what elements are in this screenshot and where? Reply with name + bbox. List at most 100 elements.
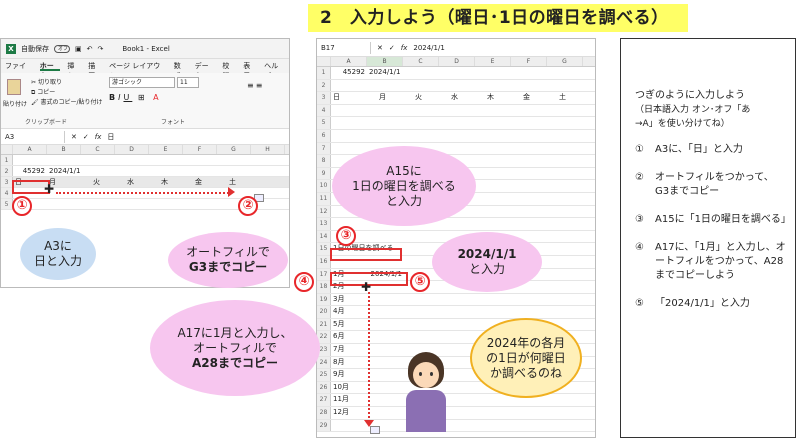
instruction-step: ⑤ 「2024/1/1」と入力 — [635, 298, 750, 309]
cell[interactable]: 土 — [547, 92, 583, 104]
undo-icon[interactable]: ↶ — [87, 45, 93, 53]
cell[interactable]: 金 — [511, 92, 547, 104]
paste-label[interactable]: 貼り付け — [3, 99, 27, 108]
enter-icon[interactable]: ✓ — [389, 44, 395, 52]
excel-icon: X — [6, 43, 16, 54]
table-row: 4 — [317, 104, 595, 118]
col-header[interactable]: B — [47, 145, 81, 154]
col-header[interactable]: D — [115, 145, 149, 154]
cell[interactable]: 7月 — [331, 344, 367, 356]
menu-help[interactable]: ヘルプ — [264, 61, 285, 80]
paste-icon[interactable] — [7, 79, 21, 95]
col-header[interactable]: G — [547, 57, 583, 66]
table-row: 3日月火水木金土 — [317, 92, 595, 105]
menu-data[interactable]: データ — [195, 61, 216, 80]
col-header[interactable]: G — [217, 145, 251, 154]
ribbon: 貼り付け ✂ 切り取り ⧉ コピー 🖌 書式のコピー/貼り付け クリップボード … — [1, 73, 289, 129]
col-header[interactable]: C — [403, 57, 439, 66]
table-row: 28 12月 — [317, 407, 595, 420]
marker-3: ③ — [336, 226, 356, 246]
menu-view[interactable]: 表示 — [243, 61, 257, 80]
col-header[interactable]: B — [367, 57, 403, 66]
cell[interactable]: 3月 — [331, 294, 367, 306]
instruction-heading: つぎのように入力しよう （日本語入力 オン･オフ「あ →A」を使い分けてね） — [635, 90, 751, 129]
cell[interactable]: 月 — [367, 92, 403, 104]
cell[interactable]: 45292 — [13, 166, 47, 176]
cell[interactable]: 火 — [403, 92, 439, 104]
instruction-panel: つぎのように入力しよう （日本語入力 オン･オフ「あ →A」を使い分けてね） ①… — [620, 38, 796, 438]
cancel-icon[interactable]: ✕ — [71, 133, 77, 141]
menu-bar: ファイル ホーム 挿入 描画 ページ レイアウト 数式 データ 校閲 表示 ヘル… — [1, 59, 289, 80]
cell[interactable]: 5月 — [331, 319, 367, 331]
save-icon[interactable]: ▣ — [75, 45, 82, 53]
cell[interactable]: 2024/1/1 — [47, 166, 81, 176]
cancel-icon[interactable]: ✕ — [377, 44, 383, 52]
cell[interactable]: 4月 — [331, 306, 367, 318]
formula-input[interactable]: 日 — [107, 132, 114, 142]
autofill-options-icon[interactable] — [370, 426, 380, 434]
cut-button[interactable]: ✂ 切り取り — [31, 77, 62, 86]
callout-thought: 2024年の各月 の1日が何曜日 か調べるのね — [470, 318, 582, 398]
cell[interactable]: 木 — [475, 92, 511, 104]
cell[interactable]: 水 — [439, 92, 475, 104]
menu-home[interactable]: ホーム — [39, 61, 61, 80]
menu-draw[interactable]: 描画 — [88, 61, 102, 80]
cell[interactable]: 10月 — [331, 382, 367, 394]
cell[interactable]: 6月 — [331, 331, 367, 343]
cell[interactable]: 2024/1/1 — [367, 67, 403, 79]
align-buttons[interactable]: ≡≡ — [247, 81, 264, 90]
marker-1: ① — [12, 196, 32, 216]
a15-highlight — [330, 248, 402, 261]
marker-4: ④ — [294, 272, 314, 292]
font-size-select[interactable]: 11 — [177, 77, 199, 88]
page-title: 2 入力しよう（曜日･1日の曜日を調べる） — [308, 4, 688, 32]
instruction-step: ③ A15に「1日の曜日を調べる」 — [635, 214, 791, 225]
font-name-select[interactable]: 游ゴシック — [109, 77, 175, 88]
col-header[interactable]: A — [13, 145, 47, 154]
col-header[interactable]: F — [511, 57, 547, 66]
formula-input[interactable]: 2024/1/1 — [413, 44, 444, 52]
autosave-toggle[interactable]: オフ — [54, 44, 70, 53]
col-header[interactable]: D — [439, 57, 475, 66]
instruction-step: ① A3に、「日」と入力 — [635, 144, 743, 155]
col-header[interactable]: A — [331, 57, 367, 66]
menu-formulas[interactable]: 数式 — [174, 61, 188, 80]
name-box[interactable]: B17 — [321, 41, 371, 54]
cell[interactable]: 45292 — [331, 67, 367, 79]
callout-date: 2024/1/1 と入力 — [432, 232, 542, 292]
fill-handle-cursor: ✚ — [44, 182, 55, 196]
menu-insert[interactable]: 挿入 — [67, 61, 81, 80]
table-row: 27 11月 — [317, 394, 595, 408]
fx-icon[interactable]: fx — [95, 133, 102, 141]
copy-button[interactable]: ⧉ コピー — [31, 87, 55, 97]
menu-review[interactable]: 校閲 — [222, 61, 236, 80]
instruction-step: ② オートフィルをつかって、G3までコピー — [635, 172, 774, 197]
fx-icon[interactable]: fx — [401, 44, 408, 52]
font-group-label: フォント — [161, 119, 186, 126]
instruction-step: ④ A17に、「1月」と入力し、オートフィルをつかって、A28までコピーしよう — [635, 242, 786, 281]
col-header[interactable]: E — [149, 145, 183, 154]
cell[interactable]: 木 — [149, 177, 183, 187]
enter-icon[interactable]: ✓ — [83, 133, 89, 141]
menu-page-layout[interactable]: ページ レイアウト — [109, 61, 167, 80]
autofill-arrow-down — [368, 292, 370, 422]
format-painter-button[interactable]: 🖌 書式のコピー/貼り付け — [31, 97, 103, 106]
cell[interactable]: 12月 — [331, 407, 367, 419]
col-header[interactable]: C — [81, 145, 115, 154]
cell[interactable]: 11月 — [331, 394, 367, 406]
cell[interactable]: 8月 — [331, 357, 367, 369]
menu-file[interactable]: ファイル — [5, 61, 33, 80]
name-box[interactable]: A3 — [5, 130, 65, 143]
cell[interactable]: 火 — [81, 177, 115, 187]
col-header[interactable]: E — [475, 57, 511, 66]
table-row: 20 4月 — [317, 306, 595, 319]
cell[interactable]: 水 — [115, 177, 149, 187]
font-style-buttons[interactable]: BIU ⊞ A — [109, 93, 162, 102]
col-header[interactable]: H — [251, 145, 285, 154]
cell[interactable]: 9月 — [331, 369, 367, 381]
cell[interactable]: 日 — [331, 92, 367, 104]
cell[interactable]: 土 — [217, 177, 251, 187]
cell[interactable]: 金 — [183, 177, 217, 187]
redo-icon[interactable]: ↷ — [98, 45, 104, 53]
col-header[interactable]: F — [183, 145, 217, 154]
